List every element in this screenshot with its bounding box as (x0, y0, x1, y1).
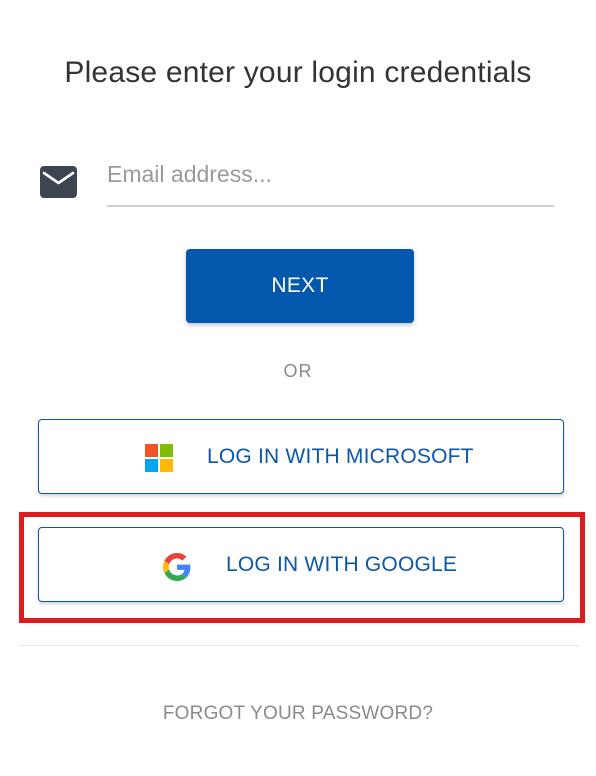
page-title: Please enter your login credentials (64, 56, 532, 89)
divider (19, 645, 579, 646)
login-page: Please enter your login credentials NEXT… (0, 0, 596, 776)
email-field[interactable] (107, 152, 554, 196)
next-button[interactable]: NEXT (186, 249, 414, 323)
forgot-password-link[interactable]: FORGOT YOUR PASSWORD? (0, 703, 596, 725)
google-login-label: LOG IN WITH GOOGLE (226, 552, 458, 576)
next-button-label: NEXT (271, 274, 329, 297)
google-login-button[interactable]: LOG IN WITH GOOGLE (38, 527, 564, 602)
microsoft-login-button[interactable]: LOG IN WITH MICROSOFT (38, 419, 564, 494)
microsoft-logo-icon (145, 444, 173, 472)
email-field-container (107, 152, 554, 207)
microsoft-login-label: LOG IN WITH MICROSOFT (207, 444, 474, 468)
mail-icon (40, 166, 77, 198)
google-logo-icon (163, 553, 191, 581)
or-separator: OR (283, 361, 313, 381)
